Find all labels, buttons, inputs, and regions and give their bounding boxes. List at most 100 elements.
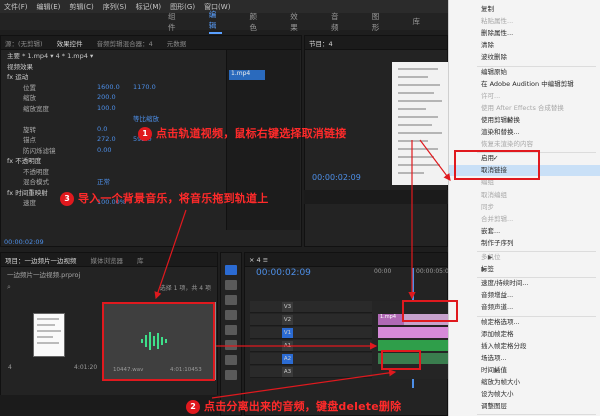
annotation-2-badge: 2 <box>186 400 200 414</box>
pen-tool-icon[interactable] <box>225 340 237 350</box>
workspace-editing[interactable]: 编辑 <box>208 9 222 34</box>
context-menu-item[interactable]: 时间插值 ▶ <box>481 365 507 376</box>
effect-param-value[interactable]: 100.0 <box>97 104 133 112</box>
workspace-libraries[interactable]: 库 <box>413 16 421 27</box>
context-menu-label: 合并剪辑... <box>481 214 514 223</box>
track-v3[interactable]: V3 <box>250 301 372 313</box>
timeline-tab[interactable]: × 4 ≡ <box>249 256 268 264</box>
context-menu-label: 渲染和替换... <box>481 128 520 136</box>
effect-param-value[interactable]: 272.0 <box>97 135 133 143</box>
workspace-effects[interactable]: 效果 <box>290 11 303 33</box>
submenu-arrow-icon: ▶ <box>494 366 499 374</box>
context-menu-item[interactable]: 编辑原始 <box>481 67 507 78</box>
tab-media-browser[interactable]: 媒体浏览器 <box>91 255 124 265</box>
context-menu-item[interactable]: 音频增益... <box>481 290 513 301</box>
type-tool-icon[interactable] <box>225 370 237 380</box>
context-menu-item[interactable]: 在 Adobe Audition 中编辑剪辑 <box>481 79 574 90</box>
tab-source[interactable]: 源：(无剪辑) <box>5 38 43 48</box>
razor-tool-icon[interactable] <box>225 310 237 320</box>
project-thumbnail-video[interactable] <box>33 313 65 357</box>
track-a2[interactable]: A2 <box>250 353 372 365</box>
effect-param-value[interactable]: 0.00 <box>97 146 133 154</box>
context-menu-label: 在 Adobe Audition 中编辑剪辑 <box>481 79 574 88</box>
tab-project[interactable]: 项目：一边频片一边视频 <box>5 255 77 265</box>
context-menu-item[interactable]: 缩放为帧大小 <box>481 377 520 388</box>
context-menu-label: 编辑原始 <box>481 67 507 76</box>
highlight-unlink <box>454 150 540 180</box>
program-transport-bar[interactable] <box>304 190 448 204</box>
context-menu-item[interactable]: 帧定格选项... <box>481 317 520 328</box>
effect-param-name: 旋转 <box>23 125 36 134</box>
effect-param-value[interactable]: 正常 <box>97 176 133 186</box>
menu-edit[interactable]: 编辑(E) <box>37 2 61 12</box>
workspace-audio[interactable]: 音频 <box>331 11 344 33</box>
menu-file[interactable]: 文件(F) <box>4 2 28 12</box>
context-menu-label: 同步 <box>481 202 494 211</box>
context-menu-label: 缩放为帧大小 <box>481 378 520 386</box>
video-clip-v1[interactable] <box>378 327 448 338</box>
context-menu-item[interactable]: 音频声道... <box>481 302 513 313</box>
effect-param-name: 不透明度 <box>23 167 49 176</box>
context-menu-item[interactable]: 清除 <box>481 40 494 51</box>
hand-tool-icon[interactable] <box>225 355 237 365</box>
tab-effect-controls[interactable]: 效果控件 <box>57 38 83 48</box>
effect-param-value-2[interactable]: 1170.0 <box>133 83 169 91</box>
effect-param-value[interactable]: 200.0 <box>97 93 133 101</box>
menu-separator <box>477 414 596 416</box>
context-menu-item[interactable]: 设为帧大小 <box>481 389 514 400</box>
tab-libraries[interactable]: 库 <box>137 255 144 265</box>
context-menu-label: 删除属性... <box>481 29 514 38</box>
video-clip-v2[interactable]: 1.mp4 <box>378 314 404 325</box>
slip-tool-icon[interactable] <box>225 325 237 335</box>
project-search-icon[interactable]: ⌕ <box>7 283 11 292</box>
context-menu-label: 恢复未渲染的内容 <box>481 140 533 149</box>
context-menu-item[interactable]: 渲染和替换... <box>481 127 520 138</box>
timeline-ruler[interactable]: 00:00 00:00:05:00 <box>372 268 453 280</box>
context-menu-item[interactable]: 场选项... <box>481 353 507 364</box>
context-menu-label: 场选项... <box>481 353 507 362</box>
timeline-timecode[interactable]: 00:00:02:09 <box>256 268 311 278</box>
context-menu-label: 插入帧定格分段 <box>481 341 527 350</box>
menu-markers[interactable]: 标记(M) <box>136 2 162 12</box>
context-menu-item[interactable]: 波纹删除 <box>481 52 507 63</box>
context-menu-label: 复制 <box>481 5 494 13</box>
context-menu-item[interactable]: 添加帧定格 <box>481 329 514 340</box>
annotation-3-text: 导入一个背景音乐，将音乐拖到轨道上 <box>78 192 269 205</box>
workspace-assembly[interactable]: 组件 <box>168 11 181 33</box>
program-timecode[interactable]: 00:00:02:09 <box>312 173 361 182</box>
workspace-graphics[interactable]: 图形 <box>372 11 385 33</box>
context-menu-label: 清除 <box>481 41 494 50</box>
context-menu-item[interactable]: 使用剪辑替换 ▶ <box>481 115 520 126</box>
submenu-arrow-icon: ▶ <box>481 266 486 274</box>
context-menu-item: 许可... <box>481 91 500 102</box>
context-menu-item: 同步 <box>481 202 494 213</box>
ripple-edit-tool-icon[interactable] <box>225 295 237 305</box>
track-v1[interactable]: V1 <box>250 327 372 339</box>
menu-clip[interactable]: 剪辑(C) <box>69 2 93 12</box>
context-menu-item[interactable]: 速度/持续时间... <box>481 278 528 289</box>
effect-timecode[interactable]: 00:00:02:09 <box>4 238 44 246</box>
workspace-color[interactable]: 颜色 <box>250 11 263 33</box>
context-menu-item[interactable]: 删除属性... <box>481 28 513 39</box>
context-menu-item: 取消编组 <box>481 190 507 201</box>
context-menu-item[interactable]: 制作子序列 <box>481 238 514 249</box>
track-v2[interactable]: V2 <box>250 314 372 326</box>
tab-metadata[interactable]: 元数据 <box>167 38 187 48</box>
context-menu-item[interactable]: 复制 <box>481 4 494 15</box>
effect-param-value[interactable]: 0.0 <box>97 125 133 133</box>
effect-param-name: 混合模式 <box>23 178 49 187</box>
track-a3[interactable]: A3 <box>250 366 372 378</box>
tab-audio-mixer[interactable]: 音频剪辑混合器：4 <box>97 38 153 48</box>
context-menu-item[interactable]: 插入帧定格分段 <box>481 341 527 352</box>
menu-sequence[interactable]: 序列(S) <box>103 2 127 12</box>
context-menu-item[interactable]: 标签 ▶ <box>481 264 494 275</box>
effect-param-value-2[interactable]: 等比缩放 <box>133 113 169 123</box>
track-select-tool-icon[interactable] <box>225 280 237 290</box>
context-menu-item[interactable]: 调整图层 <box>481 401 507 412</box>
selection-tool-icon[interactable] <box>225 265 237 275</box>
effect-param-value[interactable]: 1600.0 <box>97 83 133 91</box>
context-menu-item[interactable]: 嵌套... <box>481 226 500 237</box>
highlight-video-clip <box>402 300 458 322</box>
track-a1[interactable]: A1 <box>250 340 372 352</box>
thumb1-label: 4 <box>8 364 12 371</box>
